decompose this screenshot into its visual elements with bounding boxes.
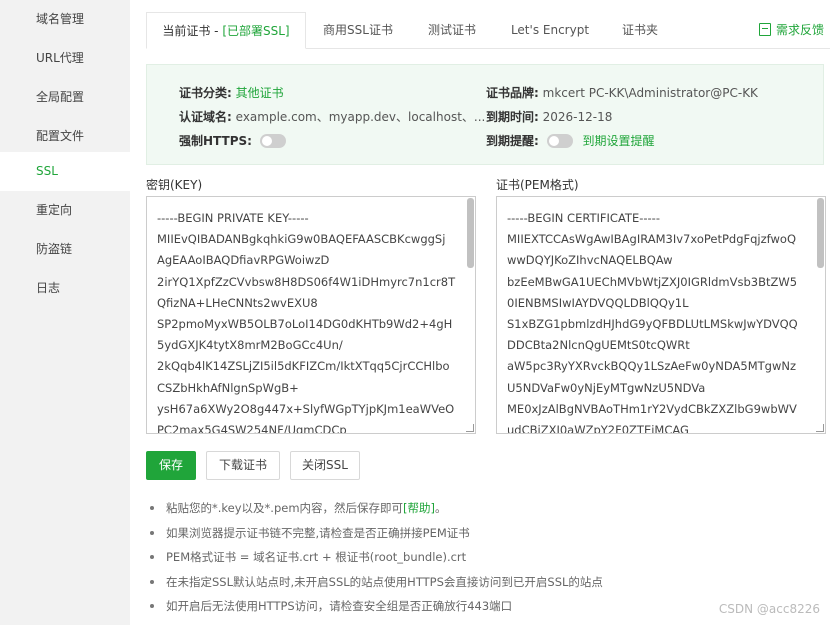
cert-resize-handle[interactable] — [816, 424, 824, 432]
ssl-deployed-status: [已部署SSL] — [222, 24, 290, 38]
cert-brand-label: 证书品牌: — [486, 86, 539, 100]
tab-current-cert[interactable]: 当前证书 - [已部署SSL] — [146, 12, 306, 49]
force-https-label: 强制HTTPS: — [179, 134, 252, 148]
key-scrollbar[interactable] — [467, 198, 474, 268]
close-ssl-button[interactable]: 关闭SSL — [290, 451, 360, 480]
tab-lets-encrypt[interactable]: Let's Encrypt — [502, 12, 598, 48]
tip-item: 粘贴您的*.key以及*.pem内容，然后保存即可[帮助]。 — [150, 498, 810, 523]
expiry-reminder-link[interactable]: 到期设置提醒 — [582, 134, 654, 148]
sidebar-item-log[interactable]: 日志 — [0, 269, 130, 308]
tab-cert-folder[interactable]: 证书夹 — [612, 12, 668, 48]
sidebar-item-redirect[interactable]: 重定向 — [0, 191, 130, 230]
tab-commercial-ssl[interactable]: 商用SSL证书 — [314, 12, 402, 48]
sidebar-item-domain[interactable]: 域名管理 — [0, 0, 130, 39]
private-key-textarea[interactable]: -----BEGIN PRIVATE KEY----- MIIEvQIBADAN… — [146, 196, 476, 434]
cert-brand: 证书品牌: mkcert PC-KK\Administrator@PC-KK — [486, 84, 758, 101]
cert-info-panel: 证书分类: 其他证书 证书品牌: mkcert PC-KK\Administra… — [146, 64, 824, 165]
sidebar-item-global-config[interactable]: 全局配置 — [0, 78, 130, 117]
tip-item: 如果浏览器提示证书链不完整,请检查是否正确拼接PEM证书 — [150, 523, 810, 548]
tip-item: 如开启后无法使用HTTPS访问，请检查安全组是否正确放行443端口 — [150, 596, 810, 621]
cert-category-label: 证书分类: — [179, 86, 232, 100]
cert-brand-value: mkcert PC-KK\Administrator@PC-KK — [542, 86, 758, 100]
certificate-textarea[interactable]: -----BEGIN CERTIFICATE----- MIIEXTCCAsWg… — [496, 196, 826, 434]
expiry-reminder-label: 到期提醒: — [486, 134, 539, 148]
help-link[interactable]: [帮助] — [403, 501, 435, 515]
cert-expiry-label: 到期时间: — [486, 110, 539, 124]
edit-icon — [758, 23, 771, 36]
tab-test-cert[interactable]: 测试证书 — [416, 12, 488, 48]
tip-item: 在未指定SSL默认站点时,未开启SSL的站点使用HTTPS会直接访问到已开启SS… — [150, 572, 810, 597]
sidebar-item-config-file[interactable]: 配置文件 — [0, 117, 130, 156]
force-https-toggle[interactable] — [259, 134, 286, 148]
tip-1-text: 粘贴您的*.key以及*.pem内容，然后保存即可 — [166, 501, 404, 515]
save-button[interactable]: 保存 — [146, 451, 196, 480]
cert-expiry-value: 2026-12-18 — [542, 110, 613, 124]
force-https: 强制HTTPS: — [179, 132, 286, 149]
expiry-reminder: 到期提醒: 到期设置提醒 — [486, 132, 654, 149]
watermark: CSDN @acc8226 — [718, 602, 820, 616]
feedback-label: 需求反馈 — [775, 23, 824, 37]
cert-domains-label: 认证域名: — [179, 110, 232, 124]
ssl-tabs: 当前证书 - [已部署SSL] 商用SSL证书 测试证书 Let's Encry… — [146, 12, 830, 49]
tip-1-end: 。 — [435, 501, 447, 515]
private-key-content: -----BEGIN PRIVATE KEY----- MIIEvQIBADAN… — [157, 211, 456, 434]
sidebar-item-url-proxy[interactable]: URL代理 — [0, 39, 130, 78]
tab-current-cert-label: 当前证书 - — [162, 24, 223, 38]
download-cert-button[interactable]: 下载证书 — [206, 451, 280, 480]
cert-category: 证书分类: 其他证书 — [179, 84, 284, 101]
sidebar-item-hotlink[interactable]: 防盗链 — [0, 230, 130, 269]
sidebar-item-ssl[interactable]: SSL — [0, 152, 130, 191]
cert-domains: 认证域名: example.com、myapp.dev、localhost、..… — [179, 108, 485, 125]
sidebar: 域名管理 URL代理 全局配置 配置文件 SSL 重定向 防盗链 日志 — [0, 0, 130, 625]
cert-domains-value: example.com、myapp.dev、localhost、... — [235, 110, 486, 124]
tips-list: 粘贴您的*.key以及*.pem内容，然后保存即可[帮助]。 如果浏览器提示证书… — [150, 498, 810, 621]
feedback-link[interactable]: 需求反馈 — [758, 12, 824, 48]
key-label: 密钥(KEY) — [146, 178, 203, 192]
cert-expiry: 到期时间: 2026-12-18 — [486, 108, 612, 125]
expiry-reminder-toggle[interactable] — [546, 134, 573, 148]
cert-scrollbar[interactable] — [817, 198, 824, 268]
key-resize-handle[interactable] — [466, 424, 474, 432]
cert-label: 证书(PEM格式) — [496, 178, 579, 192]
tip-item: PEM格式证书 = 域名证书.crt + 根证书(root_bundle).cr… — [150, 547, 810, 572]
certificate-content: -----BEGIN CERTIFICATE----- MIIEXTCCAsWg… — [507, 211, 798, 434]
cert-category-value: 其他证书 — [235, 86, 284, 100]
